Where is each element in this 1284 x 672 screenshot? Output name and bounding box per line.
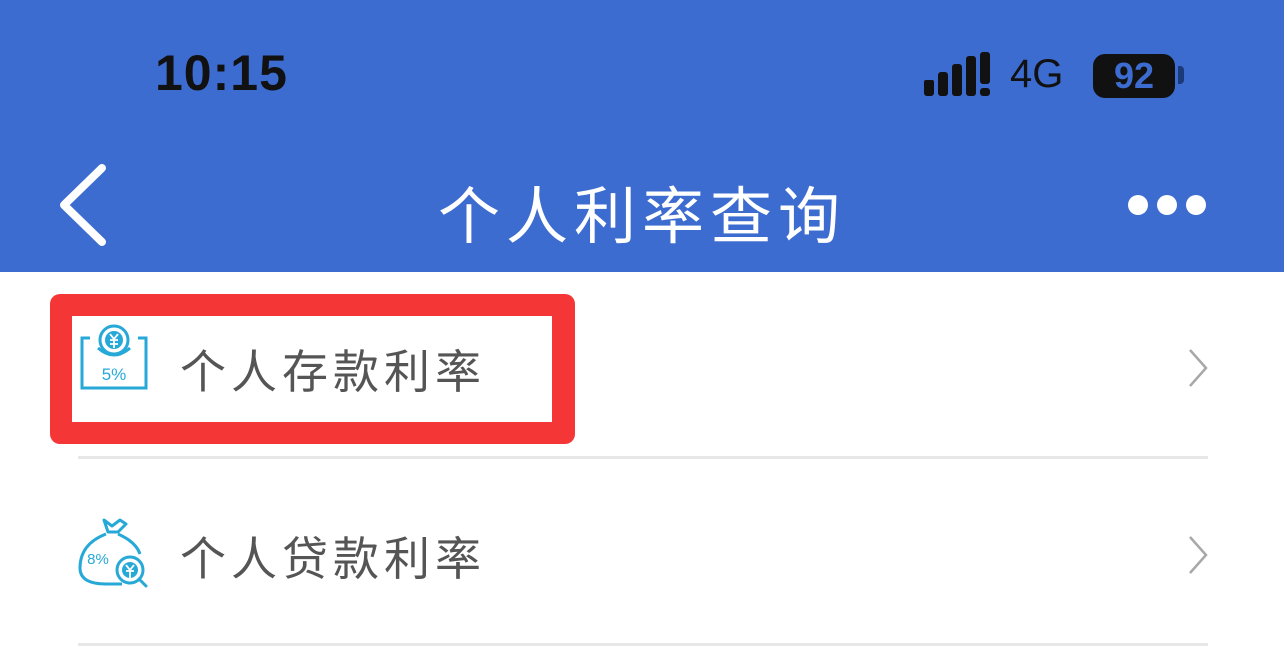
menu-item-loan-rate[interactable]: 8% 个人贷款利率 — [0, 459, 1284, 645]
signal-icon — [924, 52, 990, 96]
loan-bag-icon: 8% — [78, 518, 148, 588]
more-dot — [1186, 195, 1206, 215]
deposit-icon-text: 5% — [102, 365, 127, 384]
more-dot — [1157, 195, 1177, 215]
battery-tip-icon — [1178, 66, 1184, 84]
menu-item-label: 个人贷款利率 — [180, 532, 486, 586]
deposit-coin-icon: 5% — [80, 324, 148, 390]
battery-level: 92 — [1113, 55, 1155, 96]
network-type: 4G — [1010, 52, 1064, 96]
battery-icon: 92 — [1093, 54, 1175, 98]
chevron-right-icon — [1189, 349, 1208, 387]
page-title: 个人利率查询 — [437, 180, 846, 253]
more-dot — [1128, 195, 1148, 215]
header-bar: 10:15 4G 92 个人利率查询 — [0, 0, 1284, 272]
chevron-right-icon — [1189, 536, 1208, 574]
more-icon[interactable] — [1128, 190, 1208, 220]
loan-icon-text: 8% — [87, 551, 109, 568]
menu-item-label: 个人存款利率 — [180, 345, 486, 399]
divider — [78, 643, 1208, 646]
menu-item-deposit-rate[interactable]: 5% 个人存款利率 — [0, 272, 1284, 458]
status-time: 10:15 — [155, 45, 288, 101]
